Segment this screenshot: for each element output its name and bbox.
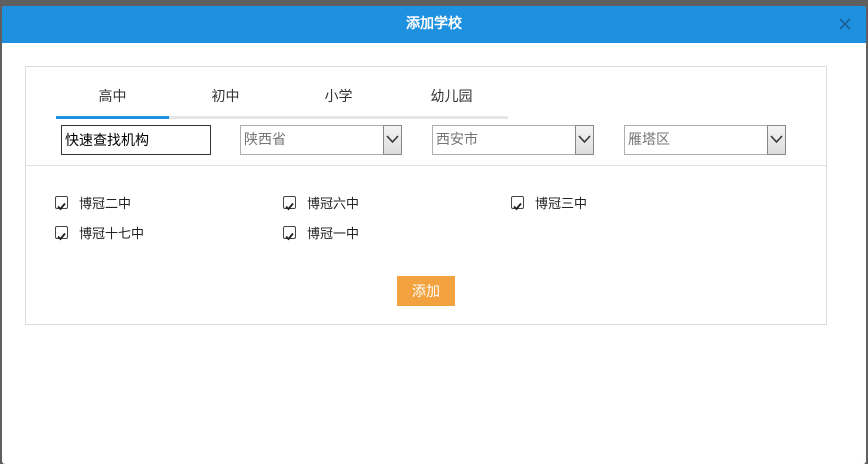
city-select-value: 西安市	[436, 132, 478, 148]
school-option[interactable]: 博冠三中	[511, 192, 587, 212]
add-school-dialog: 添加学校 高中 初中 小学 幼儿园 陕西省 西安市	[2, 6, 866, 464]
add-button[interactable]: 添加	[397, 276, 455, 306]
checkmark-icon	[57, 232, 66, 240]
city-dropdown-button[interactable]	[575, 125, 594, 155]
close-icon[interactable]	[836, 15, 854, 33]
checkmark-icon	[57, 202, 66, 210]
checkmark-icon	[285, 232, 294, 240]
school-option-label: 博冠一中	[307, 226, 360, 242]
school-option-label: 博冠二中	[79, 196, 132, 212]
district-dropdown-button[interactable]	[767, 125, 786, 155]
checkmark-icon	[513, 202, 522, 210]
chevron-down-icon	[578, 135, 591, 144]
school-option-label: 博冠三中	[535, 196, 588, 212]
school-option[interactable]: 博冠十七中	[55, 222, 144, 242]
dialog-titlebar: 添加学校	[2, 6, 866, 43]
province-select[interactable]: 陕西省	[240, 125, 402, 155]
school-option[interactable]: 博冠一中	[283, 222, 359, 242]
school-checkbox[interactable]	[55, 195, 68, 210]
school-checkbox[interactable]	[511, 195, 524, 210]
chevron-down-icon	[770, 135, 783, 144]
school-option-label: 博冠十七中	[79, 226, 145, 242]
checkmark-icon	[285, 202, 294, 210]
tab-middle-school[interactable]: 初中	[169, 83, 282, 116]
city-select[interactable]: 西安市	[432, 125, 594, 155]
tab-primary-school[interactable]: 小学	[282, 83, 395, 116]
dialog-title: 添加学校	[406, 16, 462, 32]
district-select-value: 雁塔区	[628, 132, 670, 148]
province-dropdown-button[interactable]	[383, 125, 402, 155]
search-input[interactable]	[61, 125, 211, 155]
chevron-down-icon	[386, 135, 399, 144]
school-level-tabs: 高中 初中 小学 幼儿园	[56, 83, 508, 119]
tab-high-school[interactable]: 高中	[56, 83, 169, 119]
school-checkbox[interactable]	[283, 225, 296, 240]
tab-kindergarten[interactable]: 幼儿园	[395, 83, 508, 116]
school-checkbox[interactable]	[55, 225, 68, 240]
school-checkbox[interactable]	[283, 195, 296, 210]
school-option[interactable]: 博冠六中	[283, 192, 359, 212]
district-select[interactable]: 雁塔区	[624, 125, 786, 155]
school-picker-panel: 高中 初中 小学 幼儿园 陕西省 西安市 雁塔区	[25, 66, 827, 325]
school-option[interactable]: 博冠二中	[55, 192, 131, 212]
province-select-value: 陕西省	[244, 132, 286, 148]
school-option-label: 博冠六中	[307, 196, 360, 212]
divider	[26, 165, 826, 166]
